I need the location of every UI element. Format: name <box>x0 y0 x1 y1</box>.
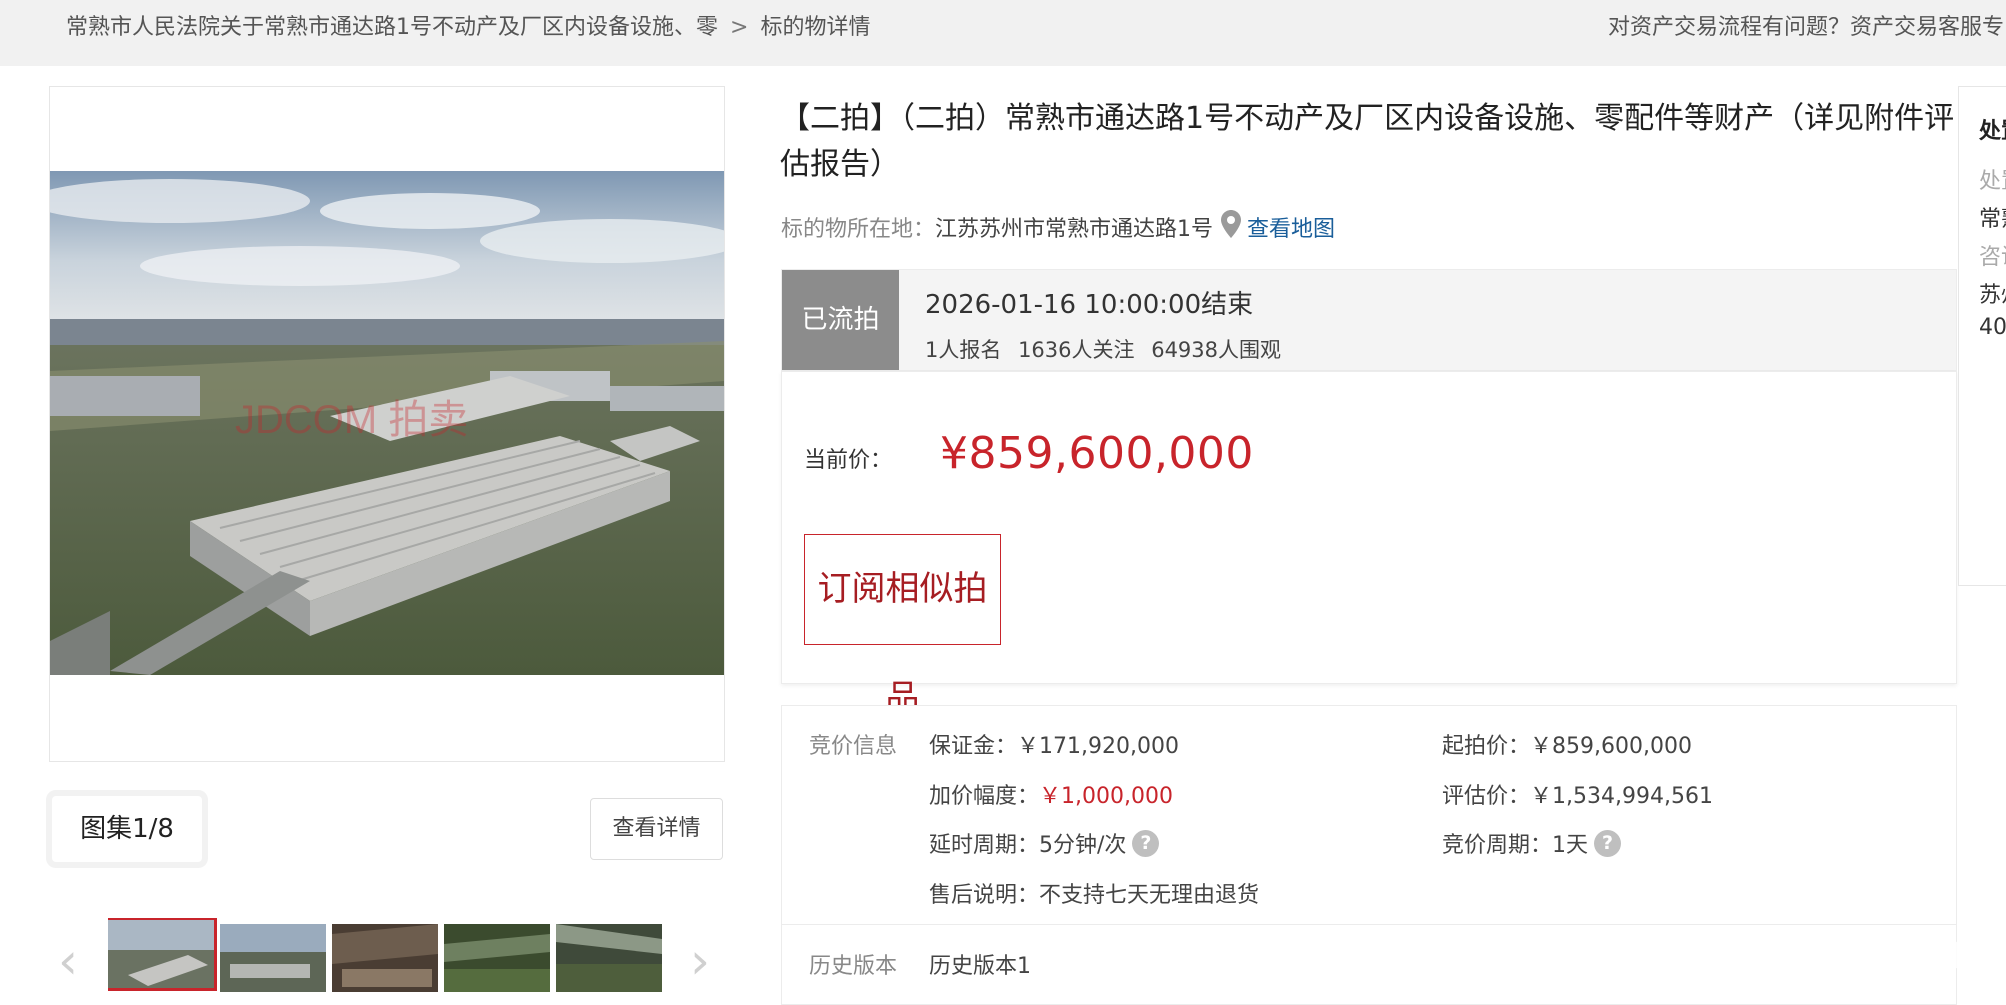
photo-watermark: JDCOM 拍卖 <box>235 398 468 442</box>
corner-watermark <box>1560 941 1958 969</box>
history-version-link[interactable]: 历史版本1 <box>929 948 1031 980</box>
thumbnail-5[interactable] <box>556 924 662 992</box>
main-photo[interactable]: JDCOM 拍卖 <box>50 171 724 675</box>
bid-increment-label: 加价幅度： <box>929 784 1040 809</box>
view-details-button[interactable]: 查看详情 <box>590 798 723 860</box>
thumbnail-2[interactable] <box>220 924 326 992</box>
breadcrumb-parent[interactable]: 常熟市人民法院关于常熟市通达路1号不动产及厂区内设备设施、零 <box>66 15 718 40</box>
map-pin-icon[interactable] <box>1221 210 1242 244</box>
view-map-link[interactable]: 查看地图 <box>1247 211 1335 243</box>
bid-increment-value: ￥1,000,000 <box>1039 784 1173 809</box>
current-price-label: 当前价： <box>804 448 893 473</box>
album-counter-button[interactable]: 图集1/8 <box>52 796 202 862</box>
help-question-icon[interactable]: ? <box>1594 829 1621 857</box>
thumbnail-4[interactable] <box>444 924 550 992</box>
item-location: 标的物所在地： 江苏苏州市常熟市通达路1号 查看地图 <box>781 210 1335 244</box>
top-bar: 常熟市人民法院关于常熟市通达路1号不动产及厂区内设备设施、零 > 标的物详情 对资产… <box>0 0 2006 66</box>
bid-cycle: 竞价周期：1天? <box>1442 827 1621 859</box>
location-address: 江苏苏州市常熟市通达路1号 <box>935 217 1214 242</box>
delay-period: 延时周期：5分钟/次? <box>929 827 1160 859</box>
history-label: 历史版本 <box>809 954 898 979</box>
main-photo-frame[interactable]: JDCOM 拍卖 <box>49 86 725 762</box>
bid-cycle-text: 竞价周期：1天 <box>1442 833 1588 858</box>
side-panel-heading: 处置 <box>1979 119 2006 144</box>
bid-increment: 加价幅度： ￥1,000,000 <box>929 778 1173 810</box>
side-panel-phone: 400 <box>1979 315 2006 340</box>
signup-count: 1人报名 <box>925 338 1002 362</box>
side-panel-consult-org: 苏州 <box>1979 283 2006 308</box>
viewer-count: 64938人围观 <box>1151 338 1282 362</box>
starting-price: 起拍价：￥859,600,000 <box>1442 734 1692 759</box>
side-panel-value: 常熟 <box>1979 207 2006 232</box>
participation-counts: 1人报名 1636人关注 64938人围观 <box>925 334 1291 364</box>
disposal-unit-panel: 处置 处置 常熟 咨询 苏州 400 <box>1958 86 2006 586</box>
location-label: 标的物所在地： <box>781 217 936 242</box>
auction-status-panel: 已流拍 2026-01-16 10:00:00结束 1人报名 1636人关注 6… <box>781 269 1957 371</box>
auction-end-time: 2026-01-16 10:00:00结束 <box>925 290 1254 320</box>
breadcrumb: 常熟市人民法院关于常熟市通达路1号不动产及厂区内设备设施、零 > 标的物详情 <box>66 0 870 56</box>
bid-info-label: 竞价信息 <box>809 734 898 759</box>
follower-count: 1636人关注 <box>1018 338 1135 362</box>
current-price-value: ¥859,600,000 <box>940 428 1254 479</box>
deposit: 保证金：￥171,920,000 <box>929 734 1179 759</box>
after-sale-note: 售后说明：不支持七天无理由退货 <box>929 883 1260 908</box>
status-badge: 已流拍 <box>782 270 899 370</box>
thumbnail-1[interactable] <box>108 918 217 991</box>
customer-service-link[interactable]: 对资产交易流程有问题？资产交易客服专 <box>1608 0 2004 56</box>
appraisal-price: 评估价：￥1,534,994,561 <box>1442 784 1713 809</box>
delay-period-text: 延时周期：5分钟/次 <box>929 833 1127 858</box>
subscribe-similar-button[interactable]: 订阅相似拍品 <box>804 534 1001 718</box>
help-question-icon[interactable]: ? <box>1132 829 1160 857</box>
thumbnail-next-icon[interactable]: › <box>680 930 720 992</box>
side-panel-label: 处置 <box>1979 169 2006 194</box>
price-panel: 当前价： ¥859,600,000 订阅相似拍品 <box>781 371 1957 718</box>
thumbnail-3[interactable] <box>332 924 438 992</box>
thumbnail-strip <box>108 918 668 992</box>
item-title: 【二拍】（二拍）常熟市通达路1号不动产及厂区内设备设施、零配件等财产（详见附件评… <box>780 101 1955 182</box>
thumbnail-prev-icon[interactable]: ‹ <box>48 930 88 992</box>
breadcrumb-separator: > <box>730 15 749 40</box>
divider <box>782 924 1956 925</box>
breadcrumb-current: 标的物详情 <box>760 15 871 40</box>
side-panel-consult-label: 咨询 <box>1979 245 2006 270</box>
